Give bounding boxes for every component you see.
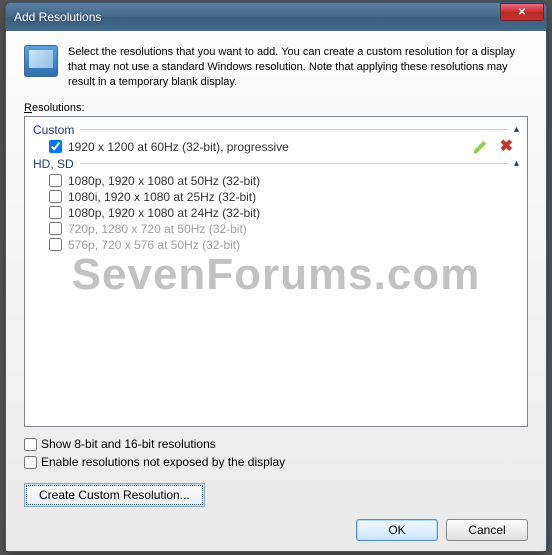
intro-text: Select the resolutions that you want to …	[68, 45, 528, 90]
opt-show-8-16[interactable]: Show 8-bit and 16-bit resolutions	[24, 437, 528, 451]
resolution-item[interactable]: 576p, 720 x 576 at 50Hz (32-bit)	[27, 237, 525, 253]
resolution-item[interactable]: 720p, 1280 x 720 at 50Hz (32-bit)	[27, 221, 525, 237]
titlebar: Add Resolutions ✕	[6, 3, 546, 31]
resolution-item[interactable]: 1080i, 1920 x 1080 at 25Hz (32-bit)	[27, 189, 525, 205]
cancel-button[interactable]: Cancel	[446, 519, 528, 541]
chevron-up-icon: ▴	[514, 124, 519, 135]
window-title: Add Resolutions	[14, 10, 500, 24]
ok-button[interactable]: OK	[356, 519, 438, 541]
checkbox-show-8-16[interactable]	[24, 438, 37, 451]
close-icon: ✕	[518, 7, 526, 18]
resolution-checkbox[interactable]	[49, 140, 62, 153]
dialog-body: Select the resolutions that you want to …	[6, 31, 546, 551]
close-button[interactable]: ✕	[500, 3, 544, 21]
group-header-hdsd[interactable]: HD, SD ▴	[27, 155, 525, 173]
pencil-icon[interactable]	[474, 140, 488, 154]
resolutions-label: Resolutions:	[24, 102, 528, 114]
resolution-checkbox[interactable]	[49, 206, 62, 219]
footer-buttons: OK Cancel	[24, 507, 528, 541]
resolution-checkbox[interactable]	[49, 174, 62, 187]
checkbox-enable-exposed[interactable]	[24, 456, 37, 469]
resolution-checkbox[interactable]	[49, 190, 62, 203]
resolution-checkbox[interactable]	[49, 238, 62, 251]
resolutions-listbox[interactable]: Custom ▴ 1920 x 1200 at 60Hz (32-bit), p…	[24, 116, 528, 427]
intro-row: Select the resolutions that you want to …	[24, 45, 528, 90]
monitor-icon	[24, 45, 58, 77]
resolution-item-custom[interactable]: 1920 x 1200 at 60Hz (32-bit), progressiv…	[27, 139, 525, 155]
create-custom-resolution-button[interactable]: Create Custom Resolution...	[24, 483, 205, 507]
resolution-item[interactable]: 1080p, 1920 x 1080 at 50Hz (32-bit)	[27, 173, 525, 189]
delete-icon[interactable]: ✖	[500, 140, 513, 154]
create-row: Create Custom Resolution...	[24, 483, 528, 507]
resolution-item[interactable]: 1080p, 1920 x 1080 at 24Hz (32-bit)	[27, 205, 525, 221]
opt-enable-exposed[interactable]: Enable resolutions not exposed by the di…	[24, 455, 528, 469]
chevron-up-icon: ▴	[514, 158, 519, 169]
group-header-custom[interactable]: Custom ▴	[27, 121, 525, 139]
dialog-window: Add Resolutions ✕ Select the resolutions…	[5, 2, 547, 552]
resolution-checkbox[interactable]	[49, 222, 62, 235]
options: Show 8-bit and 16-bit resolutions Enable…	[24, 437, 528, 469]
